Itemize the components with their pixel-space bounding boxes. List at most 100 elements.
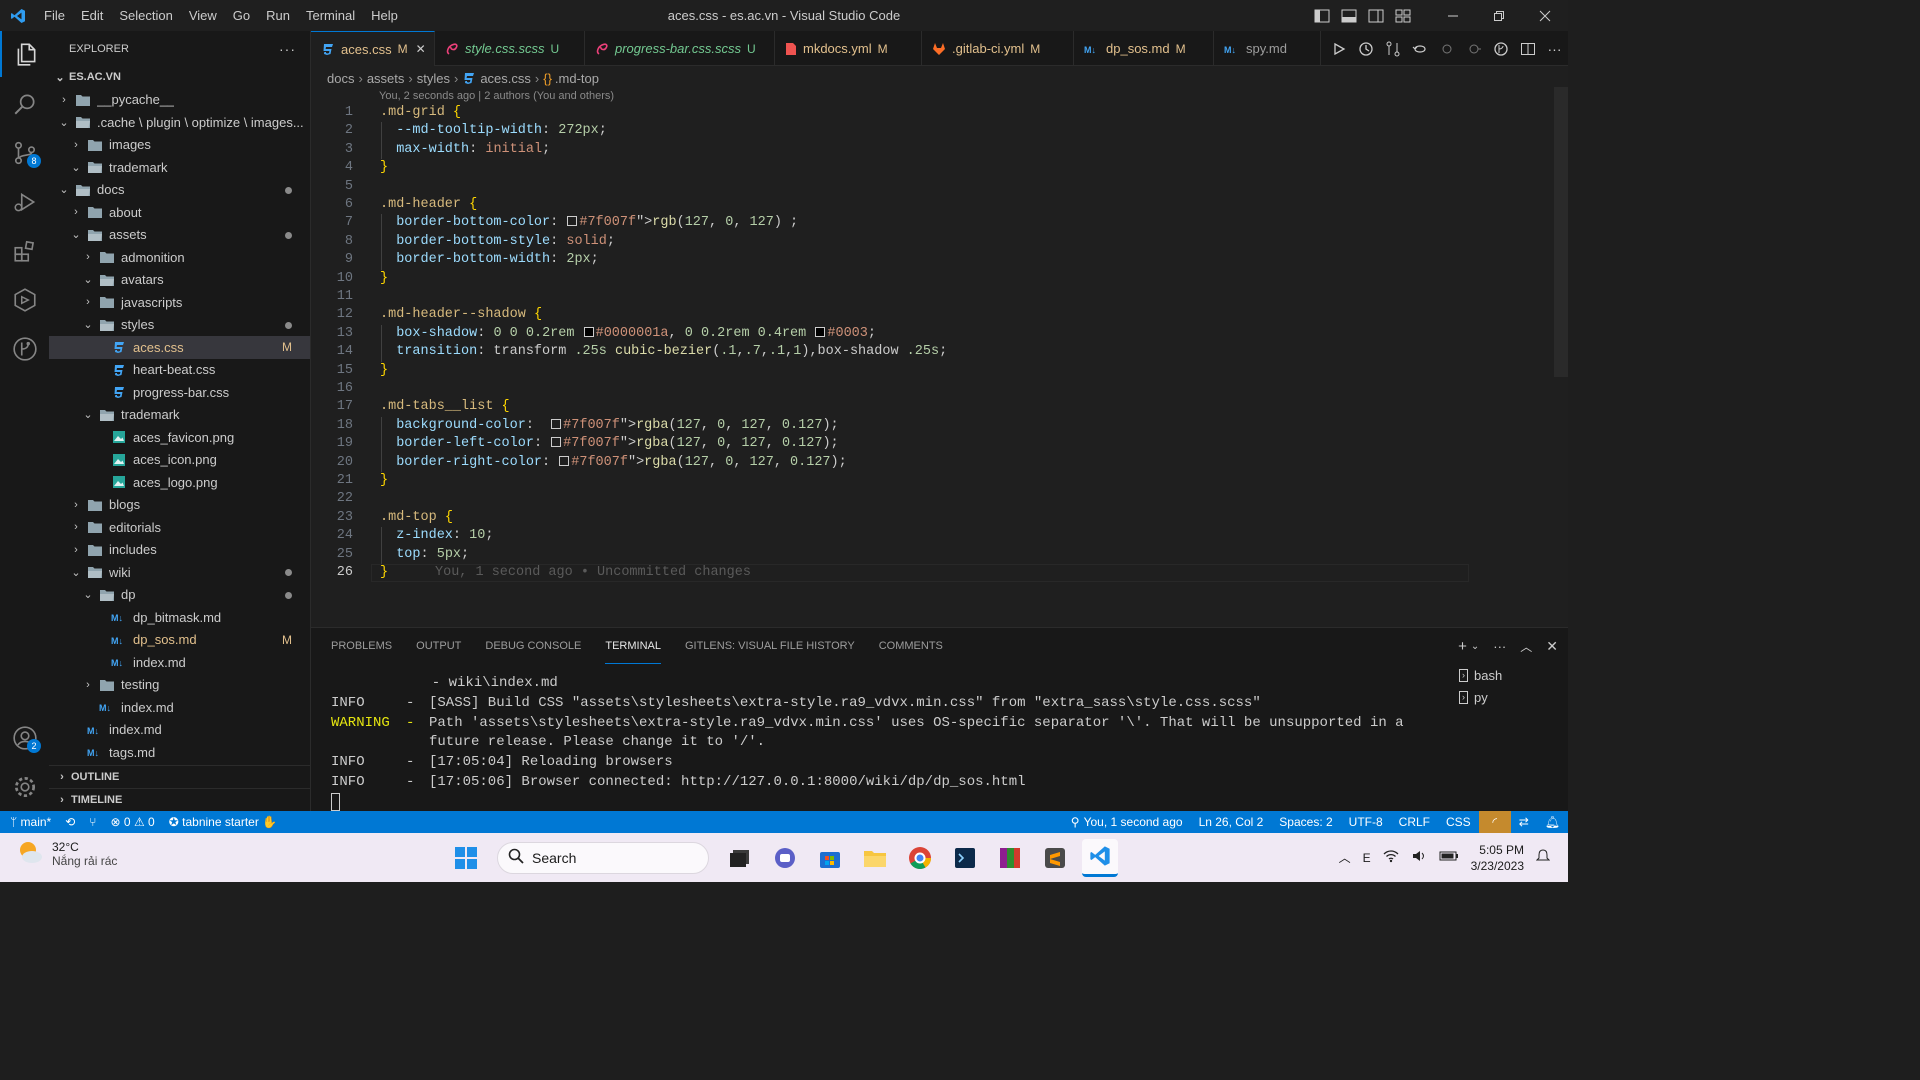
breadcrumb-item[interactable]: .md-top [555,71,599,86]
more-panel-actions-icon[interactable]: ··· [1493,639,1506,654]
folder-item[interactable]: › images [49,134,310,157]
gitlens-inspect-icon[interactable] [1487,31,1514,66]
previous-change-icon[interactable] [1433,31,1460,66]
end-of-line[interactable]: CRLF [1391,811,1438,833]
notifications-bell-icon[interactable]: 🔔︎ [1537,811,1568,833]
microsoft-store-icon[interactable] [812,839,848,877]
file-item[interactable]: M↓ dp_sos.md M [49,629,310,652]
file-item[interactable]: M↓ index.md [49,719,310,742]
editor-tab[interactable]: M↓ spy.md [1214,31,1321,66]
codelens-blame[interactable]: You, 2 seconds ago | 2 authors (You and … [379,90,614,102]
panel-tab[interactable]: GITLENS: VISUAL FILE HISTORY [685,628,855,664]
branch-status[interactable]: ᛘ main* [10,815,51,829]
git-graph-icon[interactable]: ⑂ [89,815,96,829]
folder-item[interactable]: › about [49,201,310,224]
battery-icon[interactable] [1439,850,1459,865]
terminal-output[interactable]: - wiki\index.md INFO - [SASS] Build CSS "as… [331,674,1404,815]
windows-start-icon[interactable] [448,839,484,877]
volume-icon[interactable] [1411,849,1427,866]
teams-chat-icon[interactable] [767,839,803,877]
file-history-icon[interactable] [1352,31,1379,66]
tabnine-status[interactable]: ✪ tabnine starter ✋ [169,815,277,829]
menu-run[interactable]: Run [258,0,298,31]
folder-item[interactable]: ⌄ dp [49,584,310,607]
language-mode[interactable]: CSS [1438,811,1479,833]
menu-terminal[interactable]: Terminal [298,0,363,31]
menu-file[interactable]: File [36,0,73,31]
live-share-icon[interactable]: ⇄ [1511,811,1537,833]
accounts-icon[interactable]: 2 [0,715,49,761]
folder-item[interactable]: › editorials [49,516,310,539]
chrome-icon[interactable] [902,839,938,877]
breadcrumb-item[interactable]: styles [417,71,450,86]
encoding[interactable]: UTF-8 [1341,811,1391,833]
folder-item[interactable]: ⌄ trademark [49,404,310,427]
file-item[interactable]: aces_icon.png [49,449,310,472]
close-window-icon[interactable] [1522,0,1568,31]
file-item[interactable]: progress-bar.css [49,381,310,404]
panel-tab[interactable]: OUTPUT [416,628,461,664]
more-actions-icon[interactable]: ··· [279,41,296,57]
file-item[interactable]: aces.css M [49,336,310,359]
editor-tab[interactable]: aces.css M ✕ [311,31,435,66]
panel-tab[interactable]: COMMENTS [879,628,943,664]
taskbar-search[interactable]: Search [497,841,709,874]
breadcrumb-item[interactable]: aces.css [480,71,531,86]
file-item[interactable]: M↓ dp_bitmask.md [49,606,310,629]
blame-status[interactable]: ⚲ You, 1 second ago [1063,811,1191,833]
toggle-primary-sidebar-icon[interactable] [1308,0,1335,31]
toggle-panel-icon[interactable] [1335,0,1362,31]
menu-selection[interactable]: Selection [111,0,180,31]
run-debug-icon[interactable] [0,179,49,225]
folder-item[interactable]: ⌄ .cache \ plugin \ optimize \ images... [49,111,310,134]
problems-status[interactable]: ⊗ 0 ⚠ 0 [111,815,155,829]
explorer-icon[interactable] [0,31,49,77]
restore-icon[interactable] [1476,0,1522,31]
folder-item[interactable]: › admonition [49,246,310,269]
gitlens-icon[interactable] [0,326,49,372]
chevron-down-icon[interactable]: ⌄ [1471,641,1479,652]
workspace-root[interactable]: ⌄ ES.AC.VN [49,66,310,89]
sublime-text-icon[interactable] [1037,839,1073,877]
editor-tab[interactable]: .gitlab-ci.yml M [922,31,1074,66]
search-icon[interactable] [0,81,49,127]
folder-item[interactable]: › testing [49,674,310,697]
folder-item[interactable]: › includes [49,539,310,562]
weather-widget[interactable]: 32°C Nắng rải rác [14,839,117,868]
menu-help[interactable]: Help [363,0,406,31]
clock[interactable]: 5:05 PM 3/23/2023 [1471,842,1524,874]
terminal-app-icon[interactable] [947,839,983,877]
editor-tab[interactable]: mkdocs.yml M [775,31,922,66]
winrar-icon[interactable] [992,839,1028,877]
notification-center-icon[interactable] [1535,849,1551,866]
breadcrumb-item[interactable]: docs [327,71,354,86]
run-file-icon[interactable] [1325,31,1352,66]
folder-item[interactable]: ⌄ docs [49,179,310,202]
extensions-icon[interactable] [0,228,49,274]
task-view-icon[interactable] [722,839,758,877]
loading-spinner-icon[interactable]: ◜ [1478,811,1511,833]
panel-tab[interactable]: DEBUG CONSOLE [485,628,581,664]
maximize-panel-icon[interactable]: ︿ [1520,638,1532,655]
manage-gear-icon[interactable] [0,764,49,810]
menu-edit[interactable]: Edit [73,0,111,31]
sync-icon[interactable]: ⟲ [65,815,75,829]
minimize-icon[interactable] [1430,0,1476,31]
revert-changes-icon[interactable] [1406,31,1433,66]
editor-tab[interactable]: M↓ dp_sos.md M [1074,31,1214,66]
timeline-section[interactable]: › TIMELINE [49,788,310,810]
panel-tab[interactable]: TERMINAL [605,628,661,664]
file-item[interactable]: heart-beat.css [49,359,310,382]
wifi-icon[interactable] [1383,849,1399,866]
remote-explorer-icon[interactable] [0,277,49,323]
folder-item[interactable]: ⌄ assets [49,224,310,247]
menu-go[interactable]: Go [225,0,258,31]
file-item[interactable]: aces_logo.png [49,471,310,494]
source-control-icon[interactable]: 8 [0,130,49,176]
file-item[interactable]: aces_favicon.png [49,426,310,449]
indentation[interactable]: Spaces: 2 [1271,811,1340,833]
file-item[interactable]: M↓ tags.md [49,741,310,764]
menu-view[interactable]: View [181,0,225,31]
folder-item[interactable]: › blogs [49,494,310,517]
compare-changes-icon[interactable] [1379,31,1406,66]
